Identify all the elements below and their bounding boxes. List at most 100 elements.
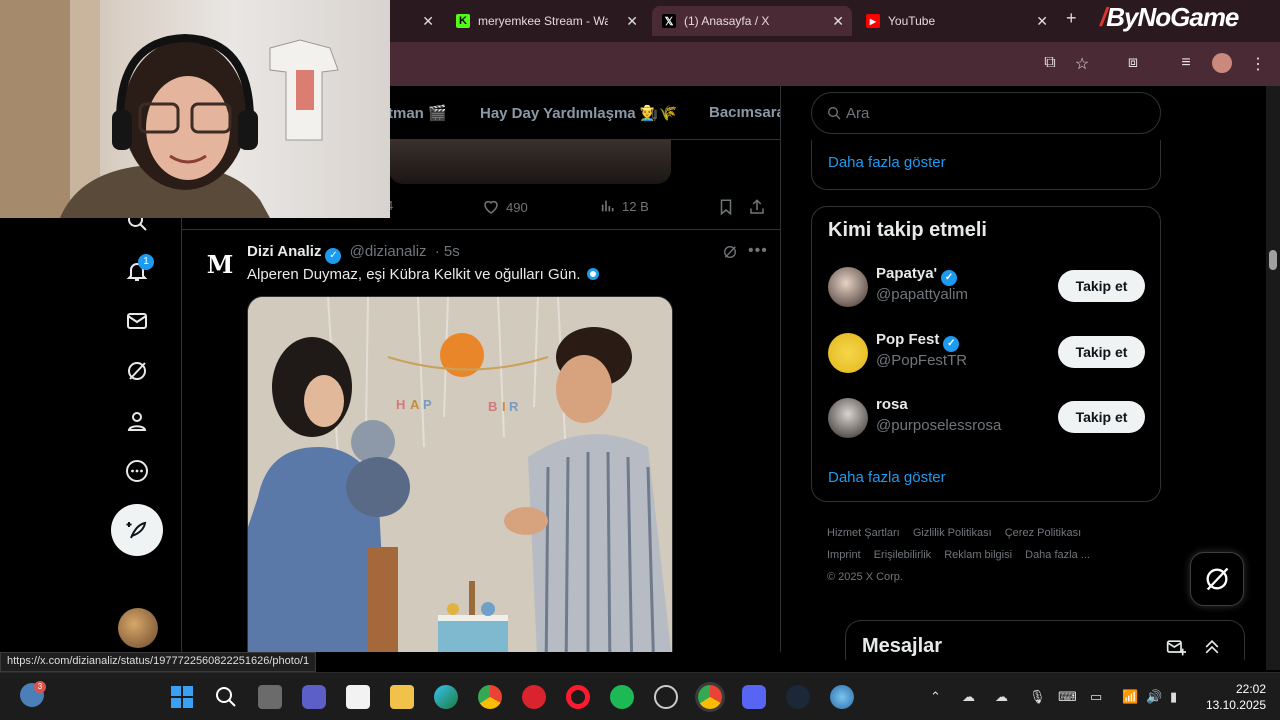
suggestion-handle[interactable]: @purposelessrosa [876, 417, 1001, 434]
footer-link[interactable]: Imprint [827, 549, 861, 561]
suggestion-avatar[interactable] [828, 333, 868, 373]
previous-post-image[interactable] [389, 140, 671, 184]
suggestion-name[interactable]: Papatya' ✓ [876, 265, 958, 286]
search-icon[interactable] [214, 685, 238, 709]
system-clock[interactable]: 22:02 13.10.2025 [1196, 681, 1266, 713]
search-input[interactable]: Ara [811, 92, 1161, 134]
footer-link[interactable]: Çerez Politikası [1005, 527, 1081, 539]
topic-tab[interactable]: Hay Day Yardımlaşma 👨‍🌾🌾 [480, 104, 677, 122]
suggestion-handle[interactable]: @papattyalim [876, 286, 968, 303]
profile-avatar[interactable] [1212, 53, 1232, 73]
volume-icon[interactable]: 🔊 [1146, 689, 1162, 705]
browser-menu-icon[interactable]: ⋮ [1248, 54, 1268, 74]
store-icon[interactable] [346, 685, 370, 709]
tray-chevron-up-icon[interactable]: ⌃ [930, 689, 941, 705]
media-player-icon[interactable] [522, 685, 546, 709]
suggestion-name[interactable]: Pop Fest ✓ [876, 331, 960, 352]
wifi-icon[interactable]: 📶 [1122, 689, 1138, 705]
account-avatar[interactable] [118, 608, 158, 648]
scrollbar-thumb[interactable] [1269, 250, 1277, 270]
like-button[interactable]: 490 [482, 198, 528, 216]
suggestion-name[interactable]: rosa [876, 396, 908, 413]
tweet-author-avatar[interactable]: M [200, 244, 240, 284]
grok-floating-button[interactable] [1190, 552, 1244, 606]
tweet-author-handle[interactable]: @dizianaliz [350, 243, 427, 260]
topic-tab[interactable]: tman 🎬 [388, 104, 447, 122]
microphone-icon[interactable]: 🎙 [1029, 689, 1046, 705]
follow-button[interactable]: Takip et [1058, 401, 1145, 433]
tab-x-home[interactable]: 𝕏 (1) Anasayfa / X ✕ [652, 6, 852, 36]
search-icon [828, 107, 841, 120]
chevrons-up-icon[interactable] [1202, 637, 1222, 657]
follow-button[interactable]: Takip et [1058, 270, 1145, 302]
install-app-icon[interactable]: ⧉ [1040, 54, 1060, 74]
follow-suggestion[interactable]: Papatya' ✓ @papattyalim Takip et [828, 265, 1148, 309]
follow-suggestion[interactable]: rosa @purposelessrosa Takip et [828, 396, 1148, 440]
chatgpt-icon[interactable] [654, 685, 678, 709]
bookmark-icon[interactable] [717, 198, 735, 216]
feather-plus-icon [126, 521, 147, 539]
analytics-icon [601, 200, 614, 212]
profile-icon[interactable] [122, 406, 152, 436]
bookmark-star-icon[interactable]: ☆ [1072, 54, 1092, 74]
footer-link[interactable]: Daha fazla ... [1025, 549, 1090, 561]
grok-explain-icon[interactable] [722, 244, 738, 260]
edge-icon[interactable] [434, 685, 458, 709]
new-tab-icon[interactable]: + [1066, 8, 1077, 29]
views-button[interactable]: 12 B [600, 198, 649, 214]
share-icon[interactable] [748, 198, 766, 216]
follow-suggestion[interactable]: Pop Fest ✓ @PopFestTR Takip et [828, 331, 1148, 375]
more-icon[interactable] [122, 456, 152, 486]
spotify-icon[interactable] [610, 685, 634, 709]
media-controls-icon[interactable]: ≡ [1176, 54, 1196, 74]
chrome-active-icon[interactable] [698, 685, 722, 709]
tab-title: (1) Anasayfa / X [684, 14, 770, 28]
grok-icon[interactable] [122, 356, 152, 386]
windows-start-icon[interactable] [170, 685, 194, 709]
new-message-icon[interactable] [1166, 637, 1186, 657]
battery-icon[interactable]: ▮ [1170, 689, 1177, 705]
tab-close-icon[interactable]: ✕ [422, 13, 434, 30]
chrome-icon[interactable] [478, 685, 502, 709]
heart-icon [484, 200, 498, 214]
suggestion-avatar[interactable] [828, 267, 868, 307]
footer-link[interactable]: Reklam bilgisi [944, 549, 1012, 561]
tab-hidden[interactable]: ✕ [390, 6, 442, 36]
globe-app-icon[interactable] [830, 685, 854, 709]
file-explorer-icon[interactable] [390, 685, 414, 709]
discord-icon[interactable] [742, 685, 766, 709]
keyboard-icon[interactable]: ⌨ [1058, 689, 1077, 705]
footer-link[interactable]: Gizlilik Politikası [913, 527, 992, 539]
show-more-link[interactable]: Daha fazla göster [828, 154, 946, 171]
tweet-photo[interactable]: HAP BIR [247, 296, 673, 652]
extensions-icon[interactable]: ⧈ [1123, 54, 1143, 74]
teams-icon[interactable] [302, 685, 326, 709]
suggestion-handle[interactable]: @PopFestTR [876, 352, 967, 369]
footer-link[interactable]: Hizmet Şartları [827, 527, 900, 539]
webcam-overlay [0, 0, 390, 218]
footer-link[interactable]: Erişilebilirlik [874, 549, 931, 561]
tab-close-icon[interactable]: ✕ [626, 13, 638, 30]
follow-button[interactable]: Takip et [1058, 336, 1145, 368]
tweet-author-name[interactable]: Dizi Analiz [247, 243, 321, 260]
tab-kick-stream[interactable]: K meryemkee Stream - Wa ✕ [446, 6, 646, 36]
topic-tab[interactable]: Bacımsara [709, 104, 780, 121]
page-scrollbar[interactable] [1266, 86, 1280, 670]
security-tray-icon[interactable]: ☁ [962, 689, 975, 705]
tab-close-icon[interactable]: ✕ [832, 13, 844, 30]
tweet-more-icon[interactable]: ••• [748, 242, 768, 260]
messages-drawer[interactable]: Mesajlar [845, 620, 1245, 660]
tweet-time[interactable]: · 5s [435, 243, 460, 260]
steam-icon[interactable] [786, 685, 810, 709]
display-icon[interactable]: ▭ [1090, 689, 1102, 705]
compose-post-button[interactable] [111, 504, 163, 556]
task-view-icon[interactable] [258, 685, 282, 709]
suggestion-avatar[interactable] [828, 398, 868, 438]
opera-icon[interactable] [566, 685, 590, 709]
messages-icon[interactable] [122, 306, 152, 336]
tab-close-icon[interactable]: ✕ [1036, 13, 1048, 30]
show-more-link[interactable]: Daha fazla göster [828, 469, 946, 486]
tab-youtube[interactable]: ▶ YouTube ✕ [856, 6, 1056, 36]
onedrive-icon[interactable]: ☁ [995, 689, 1008, 705]
tweet[interactable]: M Dizi Analiz ✓ @dizianaliz · 5s ••• Alpe… [182, 230, 780, 652]
